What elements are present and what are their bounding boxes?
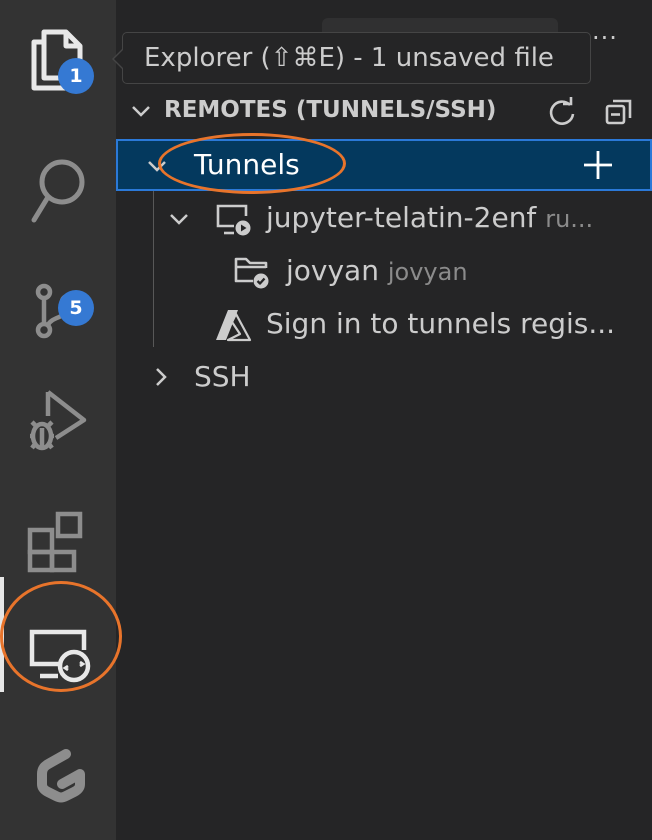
explorer-tooltip: Explorer (⇧⌘E) - 1 unsaved file [122, 32, 591, 84]
remotes-section-header[interactable]: REMOTES (TUNNELS/SSH) [116, 88, 652, 136]
refresh-icon[interactable] [546, 96, 578, 128]
run-debug-button[interactable] [0, 360, 116, 460]
annotation-ellipse-remote-explorer [0, 581, 122, 692]
section-title: REMOTES (TUNNELS/SSH) [164, 97, 497, 123]
folder-connected-icon [234, 257, 269, 289]
workspace-description: jovyan [387, 258, 468, 286]
chevron-down-icon [170, 214, 188, 225]
tree-item-workspace[interactable]: jovyan jovyan [116, 245, 652, 297]
explorer-badge: 1 [58, 58, 94, 94]
tunnel-name: jupyter-telatin-2enf [266, 201, 537, 234]
ssh-label: SSH [194, 360, 251, 393]
source-control-badge: 5 [58, 290, 94, 326]
extensions-icon [27, 511, 83, 573]
extensions-button[interactable] [0, 478, 116, 578]
sign-in-label: Sign in to tunnels regis... [266, 307, 616, 340]
tunnel-description: ru... [545, 205, 594, 233]
gitpod-button[interactable] [0, 710, 116, 810]
annotation-ellipse-tunnels [158, 133, 346, 194]
tree-item-tunnel[interactable]: jupyter-telatin-2enf ru... [116, 192, 652, 244]
activity-bar: 1 5 [0, 0, 116, 840]
run-debug-icon [30, 390, 87, 451]
search-icon [31, 159, 85, 223]
chevron-down-icon [132, 106, 150, 117]
chevron-right-icon [156, 368, 167, 386]
tooltip-arrow-inner [114, 49, 124, 69]
tree-item-sign-in[interactable]: Sign in to tunnels regis... [116, 298, 652, 350]
search-button[interactable] [0, 118, 116, 223]
source-control-button[interactable]: 5 [0, 240, 116, 340]
more-actions-button[interactable]: ··· [592, 26, 618, 50]
azure-icon [216, 310, 252, 342]
gitpod-logo-icon [37, 749, 85, 803]
remote-tunnel-icon [216, 204, 251, 236]
explorer-button[interactable]: 1 [0, 0, 116, 100]
collapse-all-icon[interactable] [604, 96, 636, 128]
tree-item-ssh[interactable]: SSH [116, 351, 652, 403]
workspace-name: jovyan [286, 254, 379, 287]
plus-icon[interactable] [582, 149, 614, 181]
